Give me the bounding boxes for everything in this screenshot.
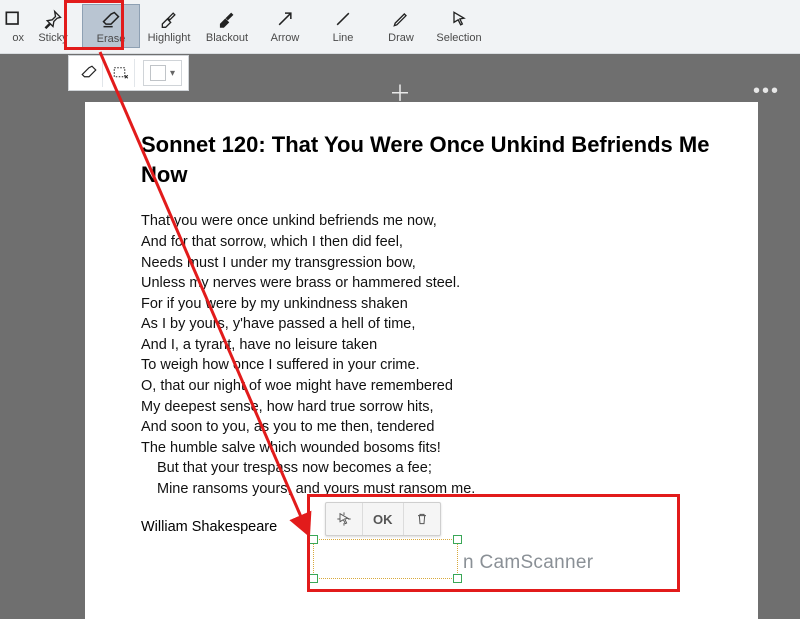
poem-line: Needs must I under my transgression bow, [141,253,712,274]
tool-label: Erase [97,33,126,45]
cursor-icon [448,8,470,30]
pencil-icon [390,8,412,30]
erase-options-bar: ▾ [68,55,189,91]
tool-label: Arrow [271,32,300,44]
erase-area-button[interactable] [107,59,135,87]
color-swatch [150,65,166,81]
poem-line: And for that sorrow, which I then did fe… [141,232,712,253]
box-icon [2,8,24,30]
poem-line: And I, a tyrant, have no leisure taken [141,335,712,356]
tool-label: Draw [388,32,414,44]
poem-line: As I by yours, y'have passed a hell of t… [141,314,712,335]
tool-label: Sticky [38,32,67,44]
erase-mode-button[interactable] [75,59,103,87]
line-icon [332,8,354,30]
poem-line: To weigh how once I suffered in your cri… [141,355,712,376]
resize-handle-se[interactable] [453,574,462,583]
poem-line: My deepest sense, how hard true sorrow h… [141,397,712,418]
tool-label: ox [12,32,24,44]
erase-selection-rect[interactable] [313,539,458,579]
tool-highlight[interactable]: Highlight [140,4,198,46]
pin-icon [42,8,64,30]
tool-box[interactable]: ox [0,4,24,46]
poem-line: That you were once unkind befriends me n… [141,211,712,232]
poem-body: That you were once unkind befriends me n… [141,211,712,499]
poem-line: And soon to you, as you to me then, tend… [141,417,712,438]
tool-draw[interactable]: Draw [372,4,430,46]
tool-line[interactable]: Line [314,4,372,46]
eraser-icon [100,9,122,31]
delete-button[interactable] [404,503,440,535]
poem-line: But that your trespass now becomes a fee… [141,458,712,479]
resize-handle-nw[interactable] [309,535,318,544]
tool-label: Blackout [206,32,248,44]
poem-line: Mine ransoms yours, and yours must ranso… [141,479,712,500]
tool-arrow[interactable]: Arrow [256,4,314,46]
ok-button[interactable]: OK [363,503,404,535]
resize-handle-sw[interactable] [309,574,318,583]
tool-label: Selection [436,32,481,44]
selection-popup: OK [325,502,441,536]
poem-line: O, that our night of woe might have reme… [141,376,712,397]
poem-line: Unless my nerves were brass or hammered … [141,273,712,294]
tool-label: Highlight [148,32,191,44]
tool-blackout[interactable]: Blackout [198,4,256,46]
poem-line: The humble salve which wounded bosoms fi… [141,438,712,459]
move-handle[interactable] [326,503,363,535]
more-menu-button[interactable]: ••• [753,80,780,103]
chevron-down-icon: ▾ [170,68,175,79]
poem-line: For if you were by my unkindness shaken [141,294,712,315]
tool-erase[interactable]: Erase [82,4,140,48]
tool-label: Line [333,32,354,44]
watermark-remainder: n CamScanner [463,552,593,574]
arrow-icon [274,8,296,30]
document-page: Sonnet 120: That You Were Once Unkind Be… [85,102,758,622]
main-toolbar: ox Sticky Erase Highlight Blackout Arrow [0,0,800,54]
erase-color-picker[interactable]: ▾ [143,60,182,86]
doc-title: Sonnet 120: That You Were Once Unkind Be… [141,130,712,189]
workspace: ＋ ••• Sonnet 120: That You Were Once Unk… [0,54,800,619]
tool-selection[interactable]: Selection [430,4,488,46]
highlighter-icon [158,8,180,30]
blackout-icon [216,8,238,30]
resize-handle-ne[interactable] [453,535,462,544]
tool-sticky[interactable]: Sticky [24,4,82,46]
